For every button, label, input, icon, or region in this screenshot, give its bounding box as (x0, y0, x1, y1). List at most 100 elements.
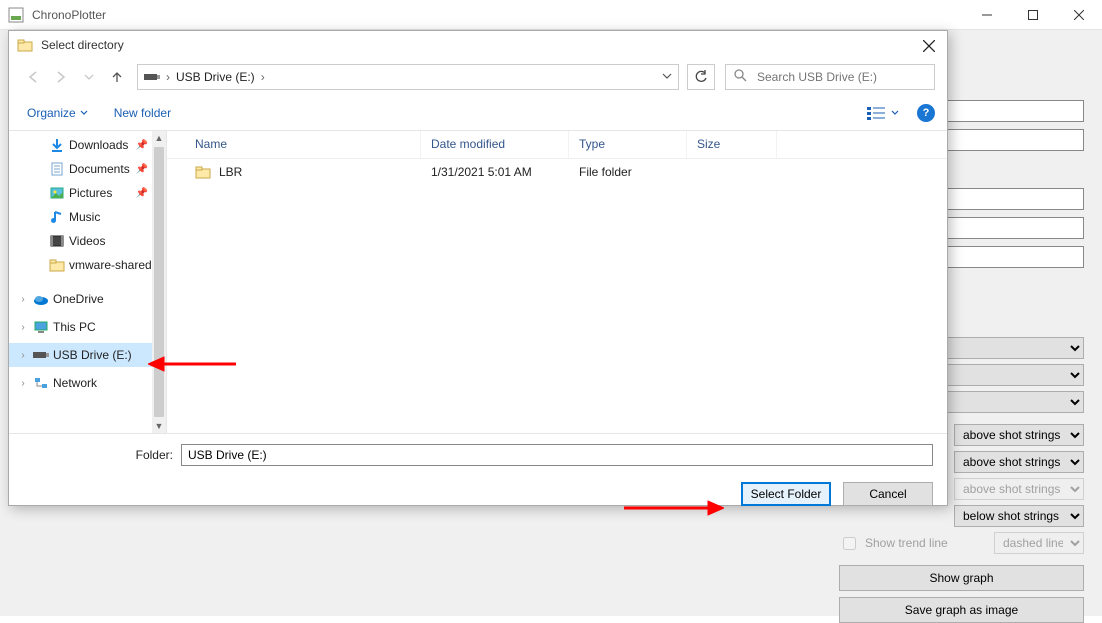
tree-item-onedrive[interactable]: › OneDrive (9, 287, 166, 311)
expander-icon[interactable]: › (17, 378, 29, 389)
file-type: File folder (569, 165, 687, 179)
tree-item-label: OneDrive (53, 292, 104, 306)
select-folder-button[interactable]: Select Folder (741, 482, 831, 506)
tree-item-label: Downloads (69, 138, 128, 152)
back-button[interactable] (21, 65, 45, 89)
dialog-footer: Folder: Select Folder Cancel (9, 433, 947, 518)
expander-icon[interactable]: › (17, 294, 29, 305)
app-icon (8, 7, 24, 23)
folder-tree[interactable]: Downloads 📌 Documents 📌 Pictures 📌 Music Videos… (9, 131, 167, 433)
tree-item-usb-drive-e-[interactable]: › USB Drive (E:) (9, 343, 166, 367)
tree-item-pictures[interactable]: Pictures 📌 (9, 181, 166, 205)
search-box[interactable] (725, 64, 935, 90)
col-size[interactable]: Size (687, 131, 777, 158)
window-controls (964, 0, 1102, 30)
tree-item-label: Videos (69, 234, 105, 248)
pin-icon: 📌 (136, 164, 148, 175)
dialog-body: Downloads 📌 Documents 📌 Pictures 📌 Music Videos… (9, 131, 947, 433)
chevron-down-icon (80, 109, 88, 117)
tree-scrollbar[interactable]: ▲ ▼ (152, 131, 166, 433)
tree-item-label: Network (53, 376, 97, 390)
view-icon (867, 106, 885, 120)
nav-row: › USB Drive (E:) › (9, 59, 947, 95)
col-type[interactable]: Type (569, 131, 687, 158)
scroll-down-icon[interactable]: ▼ (155, 419, 164, 433)
scroll-thumb[interactable] (154, 147, 164, 417)
address-dropdown-icon[interactable] (662, 70, 672, 84)
tree-item-label: vmware-shared (69, 258, 152, 272)
onedrive-icon (33, 291, 49, 307)
folder-icon (49, 257, 65, 273)
address-bar[interactable]: › USB Drive (E:) › (137, 64, 679, 90)
dialog-toolbar: Organize New folder ? (9, 95, 947, 131)
col-date[interactable]: Date modified (421, 131, 569, 158)
breadcrumb-sep-2[interactable]: › (261, 70, 265, 84)
tree-item-label: Documents (69, 162, 130, 176)
show-graph-button[interactable]: Show graph (839, 565, 1084, 591)
video-icon (49, 233, 65, 249)
up-button[interactable] (105, 65, 129, 89)
expander-icon[interactable]: › (17, 322, 29, 333)
pin-icon: 📌 (136, 140, 148, 151)
search-icon (734, 69, 747, 85)
pic-icon (49, 185, 65, 201)
trend-style-select[interactable]: dashed line (994, 532, 1084, 554)
tree-item-videos[interactable]: Videos (9, 229, 166, 253)
tree-item-label: USB Drive (E:) (53, 348, 132, 362)
new-folder-button[interactable]: New folder (114, 106, 171, 120)
file-date: 1/31/2021 5:01 AM (421, 165, 569, 179)
trend-line-checkbox[interactable]: Show trend line (839, 534, 988, 553)
folder-icon (17, 37, 33, 53)
position-select-4[interactable]: below shot strings (954, 505, 1084, 527)
folder-icon (195, 164, 211, 180)
tree-item-music[interactable]: Music (9, 205, 166, 229)
close-button[interactable] (1056, 0, 1102, 30)
trend-line-label: Show trend line (865, 536, 948, 550)
view-mode-button[interactable] (863, 102, 903, 124)
tree-item-label: Music (69, 210, 100, 224)
breadcrumb-current[interactable]: USB Drive (E:) (176, 70, 255, 84)
breadcrumb-sep[interactable]: › (166, 70, 170, 84)
tree-item-label: This PC (53, 320, 96, 334)
recent-dropdown[interactable] (77, 65, 101, 89)
forward-button[interactable] (49, 65, 73, 89)
folder-label: Folder: (23, 448, 173, 462)
file-list[interactable]: Name Date modified Type Size LBR 1/31/202… (167, 131, 947, 433)
search-input[interactable] (755, 69, 926, 85)
col-name[interactable]: Name (167, 131, 421, 158)
pin-icon: 📌 (136, 188, 148, 199)
scroll-up-icon[interactable]: ▲ (155, 131, 164, 145)
folder-input[interactable] (181, 444, 933, 466)
dialog-title: Select directory (41, 38, 124, 52)
help-button[interactable]: ? (917, 104, 935, 122)
tree-item-this-pc[interactable]: › This PC (9, 315, 166, 339)
organize-menu[interactable]: Organize (21, 102, 94, 124)
file-name: LBR (219, 165, 242, 179)
save-graph-button[interactable]: Save graph as image (839, 597, 1084, 623)
tree-item-label: Pictures (69, 186, 112, 200)
trend-line-check[interactable] (843, 537, 856, 550)
tree-item-downloads[interactable]: Downloads 📌 (9, 133, 166, 157)
position-select-1[interactable]: above shot strings (954, 424, 1084, 446)
tree-item-vmware-shared[interactable]: vmware-shared (9, 253, 166, 277)
cancel-button[interactable]: Cancel (843, 482, 933, 506)
refresh-button[interactable] (687, 64, 715, 90)
app-titlebar: ChronoPlotter (0, 0, 1102, 30)
position-select-2[interactable]: above shot strings (954, 451, 1084, 473)
chevron-down-icon (891, 109, 899, 117)
net-icon (33, 375, 49, 391)
maximize-button[interactable] (1010, 0, 1056, 30)
expander-icon[interactable]: › (17, 350, 29, 361)
dialog-close-button[interactable] (917, 35, 941, 57)
organize-label: Organize (27, 106, 76, 120)
select-directory-dialog: Select directory › USB Drive (E:) › Orga… (8, 30, 948, 506)
minimize-button[interactable] (964, 0, 1010, 30)
tree-item-network[interactable]: › Network (9, 371, 166, 395)
file-header: Name Date modified Type Size (167, 131, 947, 159)
file-row[interactable]: LBR 1/31/2021 5:01 AMFile folder (167, 159, 947, 185)
download-icon (49, 137, 65, 153)
usb-icon (33, 347, 49, 363)
position-select-3[interactable]: above shot strings (954, 478, 1084, 500)
tree-item-documents[interactable]: Documents 📌 (9, 157, 166, 181)
dialog-titlebar: Select directory (9, 31, 947, 59)
